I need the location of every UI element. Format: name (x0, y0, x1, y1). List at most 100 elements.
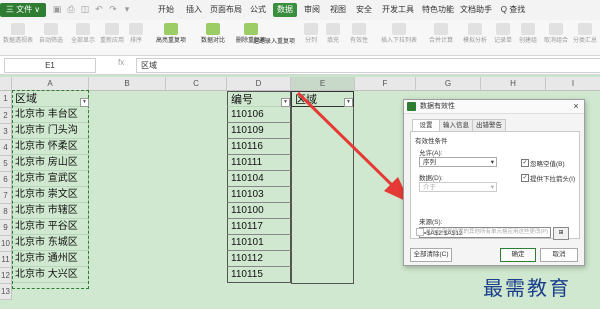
pivot-table-button[interactable]: 数据透视表 (2, 23, 34, 53)
column-header[interactable]: C (166, 77, 227, 91)
allow-select[interactable]: 序列 ▾ (419, 157, 497, 167)
file-menu-button[interactable]: 三 文件 ∨ (0, 3, 46, 17)
dialog-title-bar[interactable]: 数据有效性 × (404, 100, 584, 114)
redo-icon[interactable]: ↷ (108, 4, 118, 14)
dropdown-checkbox[interactable]: ✓ (521, 174, 529, 182)
tab-review[interactable]: 审阅 (300, 3, 324, 17)
save-icon[interactable]: ▣ (52, 4, 62, 14)
row-header[interactable]: 9 (0, 220, 12, 236)
record-form-icon (496, 23, 510, 35)
filter-dropdown-icon[interactable]: ▼ (80, 98, 89, 107)
print-icon[interactable]: ⎙ (66, 4, 76, 14)
row-header[interactable]: 10 (0, 236, 12, 252)
more-icon[interactable]: ▾ (122, 4, 132, 14)
show-all-icon (76, 23, 90, 35)
select-all-corner[interactable] (0, 77, 12, 91)
highlight-icon (164, 23, 178, 35)
reject-duplicates-button[interactable]: 拒绝录入重复项 (250, 38, 298, 52)
tab-features[interactable]: 特色功能 (420, 3, 456, 17)
cancel-button[interactable]: 取消 (540, 248, 578, 262)
apply-all-label: 对所有同样设置的其他所有单元格应用这些更改(P) (425, 229, 548, 235)
section-label: 有效性条件 (415, 138, 448, 145)
tab-view[interactable]: 视图 (326, 3, 350, 17)
undo-icon[interactable]: ↶ (94, 4, 104, 14)
column-header[interactable]: G (416, 77, 481, 91)
tab-insert[interactable]: 插入 (182, 3, 206, 17)
data-value: 介于 (423, 184, 436, 191)
close-icon[interactable]: × (570, 100, 582, 113)
what-if-button[interactable]: 模拟分析 (460, 23, 490, 53)
column-header[interactable]: B (89, 77, 166, 91)
column-header[interactable]: I (546, 77, 600, 91)
what-if-icon (468, 23, 482, 35)
range-picker-icon[interactable]: ⊞ (553, 227, 569, 240)
allow-label: 允许(A): (419, 150, 443, 157)
dialog-title: 数据有效性 (420, 103, 455, 110)
fill-button[interactable]: 填充 (324, 23, 342, 53)
tab-developer[interactable]: 开发工具 (380, 3, 416, 17)
dropdown-list-icon (392, 23, 406, 35)
sort-button[interactable]: 排序 (126, 23, 146, 53)
data-validation-dialog: 数据有效性 × 设置 输入信息 出错警告 有效性条件 允许(A): 序列 ▾ ✓… (403, 99, 585, 266)
row-header[interactable]: 13 (0, 284, 12, 300)
chevron-down-icon: ▾ (490, 184, 494, 191)
data-label: 数据(D): (419, 175, 443, 182)
ignore-blank-label: 忽略空值(B) (530, 161, 565, 168)
validation-icon (352, 23, 366, 35)
validation-button[interactable]: 有效性 (346, 23, 372, 53)
tab-data[interactable]: 数据 (273, 3, 297, 17)
name-box[interactable]: E1 (4, 58, 96, 73)
record-form-button[interactable]: 记录单 (492, 23, 514, 53)
row-header[interactable]: 4 (0, 140, 12, 156)
cell-d11[interactable]: 110112 (227, 251, 291, 267)
row-header[interactable]: 3 (0, 124, 12, 140)
consolidate-icon (434, 23, 448, 35)
fx-icon[interactable]: fx (118, 58, 124, 67)
ignore-blank-checkbox[interactable]: ✓ (521, 159, 529, 167)
group-button[interactable]: 创建组 (516, 23, 540, 53)
consolidate-button[interactable]: 合并计算 (426, 23, 456, 53)
tab-security[interactable]: 安全 (352, 3, 376, 17)
subtotal-icon (578, 23, 592, 35)
search-tab[interactable]: Q 查找 (498, 3, 528, 17)
column-header[interactable]: A (12, 77, 89, 91)
dropdown-label: 提供下拉箭头(I) (530, 176, 576, 183)
subtotal-button[interactable]: 分类汇总 (572, 23, 598, 53)
row-header[interactable]: 2 (0, 108, 12, 124)
tab-page-layout[interactable]: 页面布局 (208, 3, 244, 17)
tab-doc-assistant[interactable]: 文档助手 (458, 3, 494, 17)
tab-formula[interactable]: 公式 (246, 3, 270, 17)
cell-d10[interactable]: 110101 (227, 235, 291, 251)
row-header[interactable]: 11 (0, 252, 12, 268)
row-header[interactable]: 8 (0, 204, 12, 220)
show-all-button[interactable]: 全部显示 (68, 23, 98, 53)
formula-bar: E1 fx 区域 (0, 56, 600, 75)
fill-icon (326, 23, 340, 35)
data-compare-button[interactable]: 数据对比 (196, 23, 230, 53)
preview-icon[interactable]: ◫ (80, 4, 90, 14)
insert-dropdown-list-button[interactable]: 插入下拉列表 (376, 23, 422, 53)
cell-d12[interactable]: 110115 (227, 267, 291, 283)
clear-all-button[interactable]: 全部清除(C) (410, 248, 452, 262)
source-label: 来源(S): (419, 219, 443, 226)
reapply-button[interactable]: 重新应用 (100, 23, 124, 53)
row-header[interactable]: 5 (0, 156, 12, 172)
formula-input[interactable]: 区域 (136, 58, 600, 73)
row-header[interactable]: 1 (0, 91, 12, 108)
ok-button[interactable]: 确定 (500, 248, 536, 262)
row-header[interactable]: 6 (0, 172, 12, 188)
row-header[interactable]: 12 (0, 268, 12, 284)
cell-d9[interactable]: 110117 (227, 219, 291, 235)
ribbon: 数据透视表 自动筛选 全部显示 重新应用 排序 高亮重复项 数据对比 删除重复项… (0, 20, 600, 56)
highlight-duplicates-button[interactable]: 高亮重复项 (150, 23, 192, 53)
tab-home[interactable]: 开始 (154, 3, 178, 17)
watermark: 最需教育 (483, 276, 571, 300)
text-to-columns-button[interactable]: 分列 (302, 23, 320, 53)
data-select[interactable]: 介于 ▾ (419, 182, 497, 192)
ungroup-button[interactable]: 取消组合 (542, 23, 570, 53)
filter-icon (44, 23, 58, 35)
auto-filter-button[interactable]: 自动筛选 (36, 23, 66, 53)
column-header[interactable]: H (481, 77, 546, 91)
apply-all-checkbox[interactable] (416, 228, 424, 236)
row-header[interactable]: 7 (0, 188, 12, 204)
